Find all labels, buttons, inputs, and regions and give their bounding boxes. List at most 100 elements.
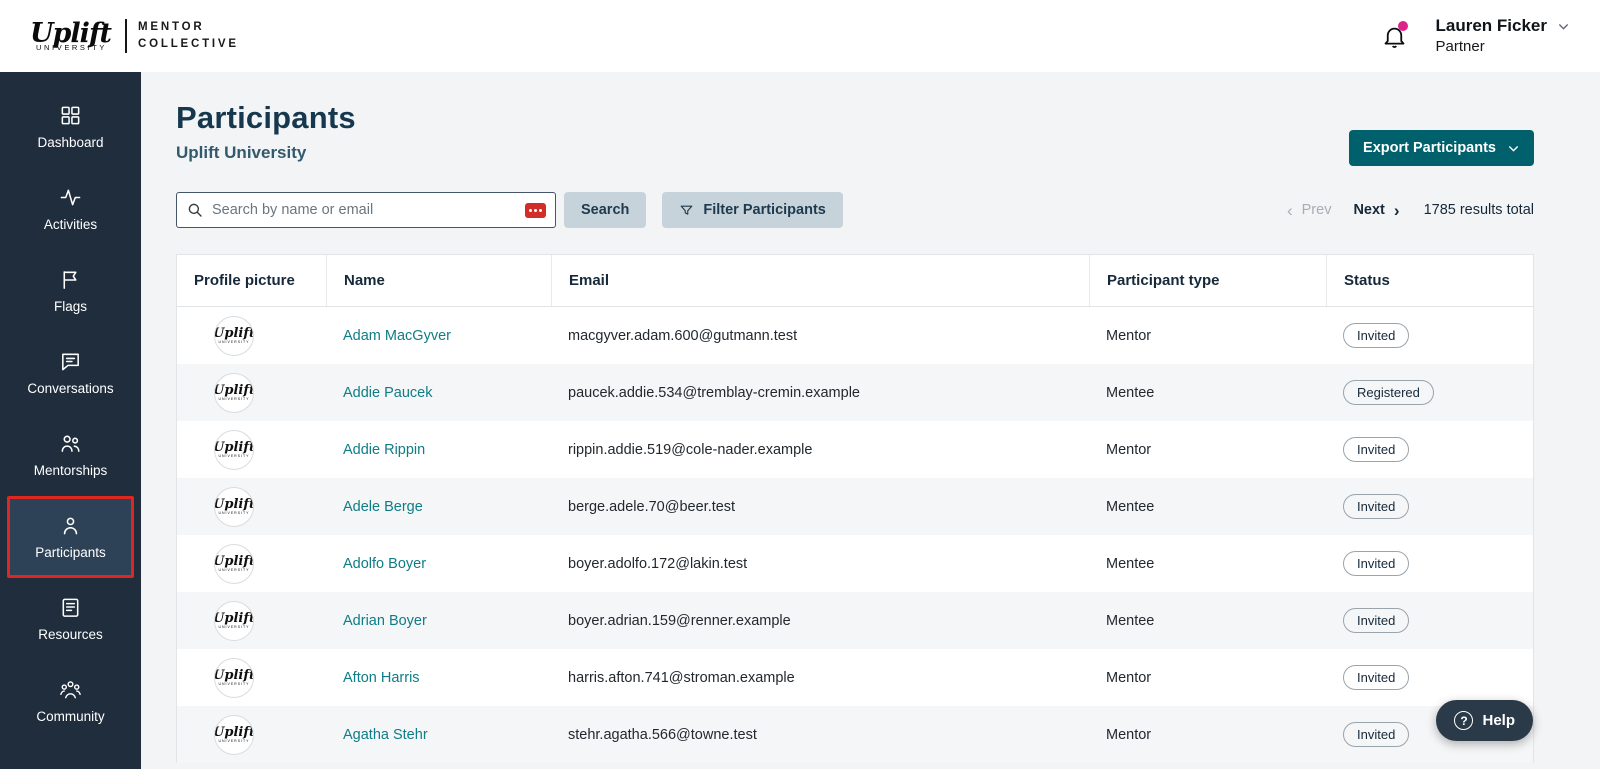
filter-icon	[681, 205, 693, 215]
user-role: Partner	[1435, 38, 1485, 56]
sidebar-item-label: Flags	[53, 299, 87, 314]
status-badge: Invited	[1343, 494, 1410, 519]
participant-type: Mentor	[1106, 669, 1152, 686]
status-badge: Invited	[1343, 722, 1410, 747]
participant-email: boyer.adrian.159@renner.example	[568, 612, 791, 629]
sidebar-item-participants[interactable]: Participants	[7, 496, 134, 578]
export-participants-button[interactable]: Export Participants	[1349, 130, 1534, 166]
table-row: Uplift UNIVERSITY Agatha Stehr stehr.aga…	[177, 706, 1533, 763]
participant-name-link[interactable]: Adam MacGyver	[343, 328, 451, 344]
filter-participants-button[interactable]: Filter Participants	[662, 192, 843, 228]
chevron-left-icon: ‹	[1286, 200, 1293, 220]
participant-email: berge.adele.70@beer.test	[568, 498, 736, 515]
community-icon	[60, 681, 81, 699]
conversations-icon	[62, 353, 79, 371]
uplift-logo-avatar: Uplift UNIVERSITY	[214, 657, 254, 698]
column-header-status: Status	[1326, 255, 1533, 306]
participant-type: Mentee	[1106, 498, 1155, 515]
participant-email: harris.afton.741@stroman.example	[568, 669, 795, 686]
table-header-row: Profile picture Name Email Participant t…	[177, 255, 1533, 307]
participant-type: Mentor	[1106, 726, 1152, 743]
status-badge: Registered	[1343, 380, 1434, 405]
table-row: Uplift UNIVERSITY Addie Rippin rippin.ad…	[177, 421, 1533, 478]
table-row: Uplift UNIVERSITY Afton Harris harris.af…	[177, 649, 1533, 706]
sidebar-item-flags[interactable]: Flags	[0, 250, 141, 332]
sidebar-item-label: Participants	[35, 545, 106, 560]
participant-type: Mentee	[1106, 612, 1155, 629]
help-button[interactable]: ? Help	[1436, 700, 1533, 741]
participant-email: rippin.addie.519@cole-nader.example	[568, 441, 813, 458]
sidebar-item-label: Community	[36, 709, 105, 724]
uplift-logo-avatar: Uplift UNIVERSITY	[214, 714, 254, 755]
status-badge: Invited	[1343, 323, 1410, 348]
table-body: Uplift UNIVERSITY Adam MacGyver macgyver…	[177, 307, 1533, 763]
participants-table: Profile picture Name Email Participant t…	[176, 254, 1534, 763]
password-manager-extension-icon[interactable]	[525, 202, 546, 218]
filter-participants-label: Filter Participants	[703, 202, 826, 218]
uplift-logo-avatar: Uplift UNIVERSITY	[214, 543, 254, 584]
participant-name-link[interactable]: Adolfo Boyer	[343, 556, 426, 572]
sidebar-item-label: Resources	[38, 627, 103, 642]
uplift-logo-avatar: Uplift UNIVERSITY	[214, 486, 254, 527]
profile-picture-cell: Uplift UNIVERSITY	[177, 714, 326, 755]
sidebar-item-activities[interactable]: Activities	[0, 168, 141, 250]
column-header-profile-picture: Profile picture	[194, 272, 295, 289]
participant-type: Mentor	[1106, 327, 1152, 344]
search-icon	[188, 203, 202, 217]
participant-type: Mentee	[1106, 555, 1155, 572]
participants-icon	[63, 517, 78, 535]
column-header-email: Email	[551, 255, 1089, 306]
results-total: 1785 results total	[1423, 202, 1534, 218]
uplift-logo-subtext: UNIVERSITY	[36, 43, 108, 53]
uplift-logo-avatar: Uplift UNIVERSITY	[214, 429, 254, 470]
participant-name-link[interactable]: Afton Harris	[343, 670, 420, 686]
participant-email: paucek.addie.534@tremblay-cremin.example	[568, 384, 860, 401]
sidebar-item-label: Activities	[43, 217, 98, 232]
prev-page-button[interactable]: ‹ Prev	[1287, 202, 1332, 219]
profile-picture-cell: Uplift UNIVERSITY	[177, 657, 326, 698]
column-header-name: Name	[326, 255, 551, 306]
search-box	[176, 192, 556, 228]
sidebar-item-label: Dashboard	[37, 135, 104, 150]
participant-name-link[interactable]: Addie Rippin	[343, 442, 425, 458]
participant-name-link[interactable]: Adrian Boyer	[343, 613, 427, 629]
top-header: Uplift UNIVERSITY MENTOR COLLECTIVE Laur…	[0, 0, 1600, 72]
sidebar-item-resources[interactable]: Resources	[0, 578, 141, 660]
participant-email: macgyver.adam.600@gutmann.test	[568, 327, 798, 344]
main-content: Participants Uplift University Export Pa…	[141, 72, 1600, 763]
participant-name-link[interactable]: Addie Paucek	[343, 385, 432, 401]
page-title: Participants	[176, 100, 356, 135]
sidebar-item-dashboard[interactable]: Dashboard	[0, 86, 141, 168]
uplift-logo-avatar: Uplift UNIVERSITY	[214, 372, 254, 413]
prev-label: Prev	[1301, 202, 1332, 218]
sidebar-item-mentorships[interactable]: Mentorships	[0, 414, 141, 496]
sidebar-nav: Dashboard Activities Flags Conversations…	[0, 72, 141, 769]
next-label: Next	[1353, 202, 1385, 218]
profile-picture-cell: Uplift UNIVERSITY	[177, 315, 326, 356]
status-badge: Invited	[1343, 551, 1410, 576]
chevron-down-icon	[1509, 145, 1518, 152]
table-row: Uplift UNIVERSITY Adolfo Boyer boyer.ado…	[177, 535, 1533, 592]
user-menu[interactable]: Lauren Ficker Partner	[1436, 15, 1571, 57]
help-icon: ?	[1454, 711, 1474, 730]
page-subtitle: Uplift University	[176, 143, 307, 162]
participant-name-link[interactable]: Agatha Stehr	[343, 727, 428, 743]
sidebar-item-conversations[interactable]: Conversations	[0, 332, 141, 414]
resources-icon	[62, 598, 79, 617]
next-page-button[interactable]: Next ›	[1353, 202, 1399, 219]
status-badge: Invited	[1343, 608, 1410, 633]
notification-dot	[1397, 21, 1408, 31]
dashboard-icon	[61, 106, 80, 125]
participant-email: stehr.agatha.566@towne.test	[568, 726, 757, 743]
search-button[interactable]: Search	[564, 192, 647, 228]
sidebar-item-community[interactable]: Community	[0, 660, 141, 742]
participant-email: boyer.adolfo.172@lakin.test	[568, 555, 748, 572]
mentor-collective-line1: MENTOR	[138, 21, 205, 34]
notifications-button[interactable]	[1380, 21, 1410, 51]
user-name: Lauren Ficker	[1435, 16, 1548, 36]
mentorships-icon	[61, 435, 80, 452]
search-input[interactable]	[212, 202, 517, 218]
profile-picture-cell: Uplift UNIVERSITY	[177, 372, 326, 413]
status-badge: Invited	[1343, 437, 1410, 462]
participant-name-link[interactable]: Adele Berge	[343, 499, 423, 515]
